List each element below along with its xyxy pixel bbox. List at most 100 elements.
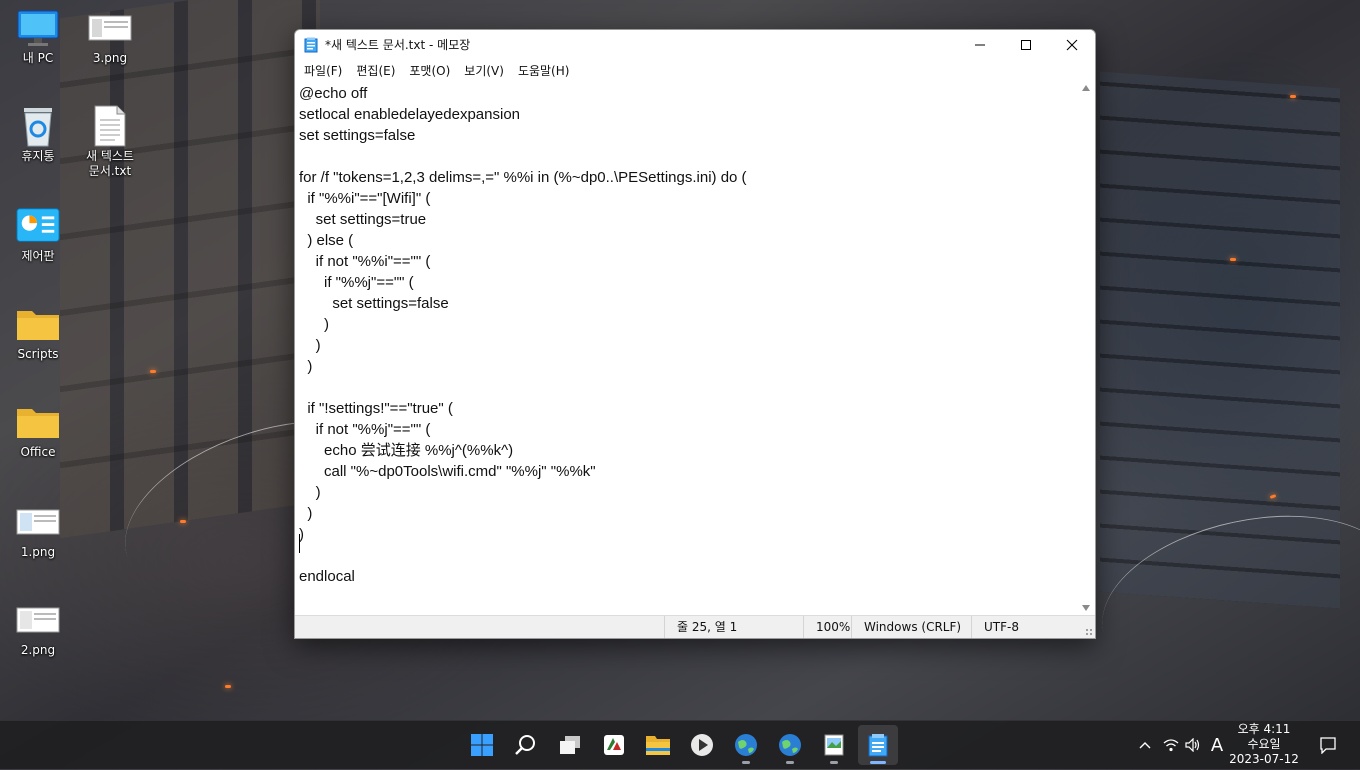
desktop-icon-office-folder[interactable]: Office (6, 402, 70, 460)
show-hidden-icons-button[interactable] (1136, 741, 1154, 749)
desktop-icon-3-png[interactable]: 3.png (78, 8, 142, 66)
network-button[interactable] (1160, 738, 1182, 752)
text-line: if not "%%i"=="" ( (299, 253, 431, 270)
clock[interactable]: 오후 4:11 수요일 2023-07-12 (1224, 721, 1304, 770)
text-line: ) (299, 505, 313, 522)
text-line: echo 尝试连接 %%j^(%%k^) (299, 442, 514, 459)
notepad-icon (303, 37, 319, 53)
menu-view[interactable]: 보기(V) (457, 62, 511, 79)
volume-button[interactable] (1182, 738, 1204, 752)
text-line: endlocal (299, 568, 355, 585)
desktop-icon-label: 3.png (92, 51, 128, 65)
image-file-icon (16, 502, 60, 542)
window-title: *새 텍스트 문서.txt - 메모장 (325, 38, 471, 52)
notepad-window[interactable]: *새 텍스트 문서.txt - 메모장 파일(F) 편집(E) 포맷(O) 보기… (294, 29, 1096, 639)
desktop-icon-label: 새 텍스트 문서.txt (86, 149, 134, 178)
file-explorer-icon (646, 736, 670, 755)
running-indicator (742, 761, 750, 764)
minimize-icon (975, 44, 985, 45)
browser-button[interactable] (770, 725, 810, 765)
desktop-icon-recycle-bin[interactable]: 휴지통 (6, 106, 70, 164)
menu-file[interactable]: 파일(F) (297, 62, 349, 79)
wallpaper-spark (225, 685, 231, 688)
desktop-icon-label: 제어판 (21, 249, 55, 263)
system-tray: A (1136, 721, 1230, 769)
text-line: if "!settings!"=="true" ( (299, 400, 453, 417)
text-editor[interactable]: @echo off setlocal enabledelayedexpansion… (295, 81, 1079, 615)
task-view-button[interactable] (550, 725, 590, 765)
menu-edit[interactable]: 편집(E) (349, 62, 402, 79)
notifications-button[interactable] (1308, 725, 1348, 765)
task-view-icon (560, 736, 580, 754)
desktop-icon-label: 2.png (20, 643, 56, 657)
status-zoom: 100% (803, 616, 851, 638)
text-line: set settings=false (299, 127, 416, 144)
scroll-up-arrow-icon[interactable] (1082, 85, 1090, 91)
wallpaper-spark (1290, 95, 1296, 98)
menu-format[interactable]: 포맷(O) (402, 62, 457, 79)
text-line: ) (299, 337, 321, 354)
clock-day: 수요일 (1247, 737, 1281, 751)
speaker-icon (1185, 738, 1200, 752)
text-line: ) (299, 484, 321, 501)
globe-icon (735, 734, 757, 756)
file-explorer-button[interactable] (638, 725, 678, 765)
maximize-button[interactable] (1003, 30, 1049, 59)
scroll-down-arrow-icon[interactable] (1082, 605, 1090, 611)
image-viewer-button[interactable] (814, 725, 854, 765)
text-line (299, 377, 1079, 398)
desktop-icon-scripts-folder[interactable]: Scripts (6, 304, 70, 362)
notepad-taskbar-button[interactable] (858, 725, 898, 765)
text-line (299, 146, 1079, 167)
status-line-ending: Windows (CRLF) (851, 616, 971, 638)
desktop-icon-2-png[interactable]: 2.png (6, 600, 70, 658)
desktop-icon-my-pc[interactable]: 내 PC (6, 8, 70, 66)
text-line: setlocal enabledelayedexpansion (299, 106, 521, 123)
wallpaper-spark (180, 520, 186, 523)
text-line: if "%%i"=="[Wifi]" ( (299, 190, 431, 207)
image-file-icon (88, 8, 132, 48)
resize-grip-icon[interactable] (1085, 628, 1093, 636)
text-line: set settings=false (299, 295, 449, 312)
globe-icon (779, 734, 801, 756)
wifi-icon (1163, 739, 1179, 752)
text-line: if not "%%j"=="" ( (299, 421, 431, 438)
chevron-up-icon (1139, 742, 1151, 749)
desktop-icon-1-png[interactable]: 1.png (6, 502, 70, 560)
status-encoding: UTF-8 (971, 616, 1079, 638)
minimize-button[interactable] (957, 30, 1003, 59)
title-bar[interactable]: *새 텍스트 문서.txt - 메모장 (295, 30, 1095, 59)
folder-icon (16, 402, 60, 442)
desktop-icon-label: Scripts (17, 347, 59, 361)
windows-start-icon (471, 734, 493, 756)
start-button[interactable] (462, 725, 502, 765)
menu-help[interactable]: 도움말(H) (511, 62, 577, 79)
text-line: set settings=true (299, 211, 427, 228)
media-player-icon (691, 734, 713, 756)
desktop-icon-label: 휴지통 (21, 149, 55, 163)
media-player-button[interactable] (682, 725, 722, 765)
taskbar-app-button[interactable] (594, 725, 634, 765)
desktop-icon-new-text-document[interactable]: 새 텍스트 문서.txt (78, 105, 142, 179)
text-line: ) (299, 526, 304, 543)
wallpaper-spark (1269, 494, 1277, 499)
image-viewer-icon (824, 734, 844, 756)
text-file-icon (88, 105, 132, 147)
vertical-scrollbar[interactable] (1079, 81, 1095, 615)
notification-icon (1320, 737, 1336, 754)
browser-button[interactable] (726, 725, 766, 765)
image-file-icon (16, 600, 60, 640)
text-line: if "%%j"=="" ( (299, 274, 414, 291)
running-indicator (786, 761, 794, 764)
status-bar: 줄 25, 열 1 100% Windows (CRLF) UTF-8 (295, 615, 1095, 638)
desktop-icon-label: 내 PC (22, 51, 54, 65)
text-line: ) else ( (299, 232, 354, 249)
close-button[interactable] (1049, 30, 1095, 59)
wallpaper-building-right (1100, 71, 1340, 609)
active-indicator (870, 761, 886, 764)
recycle-bin-icon (16, 106, 60, 147)
desktop-icon-control-panel[interactable]: 제어판 (6, 206, 70, 264)
search-button[interactable] (506, 725, 546, 765)
text-line: ) (299, 316, 329, 333)
wallpaper-web (1086, 490, 1360, 711)
